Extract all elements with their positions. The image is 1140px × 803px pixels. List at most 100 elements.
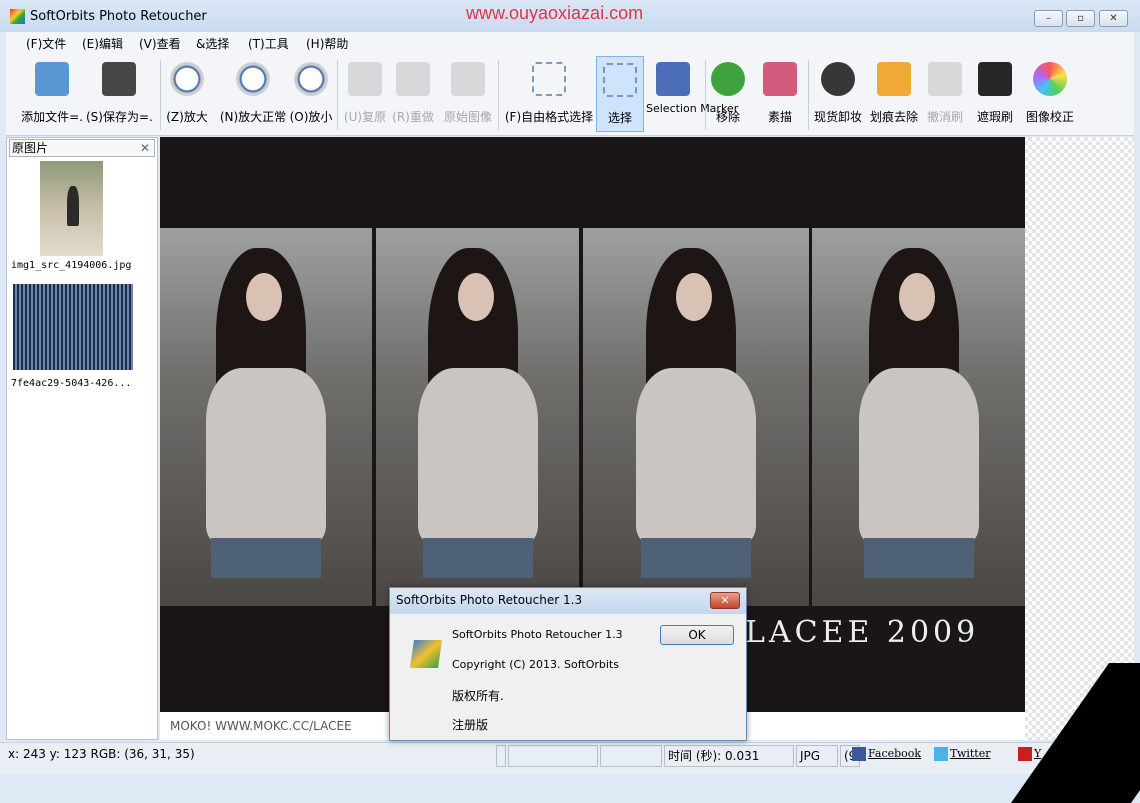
toolbar-button-undo[interactable]: (U)复原: [342, 56, 388, 132]
thumbnail-1[interactable]: [40, 161, 103, 256]
photo-panel: [376, 228, 579, 606]
twitter-link[interactable]: Twitter: [934, 747, 991, 761]
face: [246, 273, 282, 321]
dialog-rights: 版权所有.: [452, 689, 504, 703]
toolbar-button-redo[interactable]: (R)重做: [390, 56, 436, 132]
dropper-icon: [821, 62, 855, 96]
toolbar-label: (U)复原: [343, 110, 387, 124]
toolbar-separator: [498, 60, 499, 130]
toolbar-label: 选择: [607, 111, 632, 125]
shorts: [211, 538, 321, 578]
photo-panel: [583, 228, 809, 606]
remove-icon: [711, 62, 745, 96]
toolbar-button-add-file[interactable]: 添加文件=.: [20, 56, 84, 132]
facebook-link[interactable]: Facebook: [852, 747, 921, 761]
photo-panel: [812, 228, 1025, 606]
face: [898, 273, 935, 321]
close-button[interactable]: ✕: [1099, 10, 1128, 27]
twitter-icon: [934, 747, 948, 761]
toolbar-label: 遮瑕刷: [976, 110, 1013, 124]
toolbar-separator: [808, 60, 809, 130]
toolbar-label: 素描: [767, 110, 792, 124]
close-icon[interactable]: ✕: [140, 140, 150, 156]
menu-select[interactable]: &选择: [196, 35, 229, 52]
toolbar-label: (F)自由格式选择: [504, 110, 594, 124]
dialog-license: 注册版: [452, 718, 489, 732]
save-icon: [102, 62, 136, 96]
thumbnail-figure: [67, 186, 79, 226]
shirt: [417, 368, 538, 543]
overlay-text: LACEE 2009: [745, 615, 980, 650]
status-bar: x: 243 y: 123 RGB: (36, 31, 35) 时间 (秒): …: [0, 663, 1140, 803]
roller-icon: [877, 62, 911, 96]
toolbar-button-original-image[interactable]: 原始图像: [440, 56, 496, 132]
dialog-product: SoftOrbits Photo Retoucher 1.3: [452, 628, 623, 641]
maximize-button[interactable]: ▫: [1066, 10, 1095, 27]
status-time: 时间 (秒): 0.031: [664, 745, 794, 767]
window-title: SoftOrbits Photo Retoucher: [30, 9, 207, 24]
dialog-close-button[interactable]: ✕: [710, 592, 740, 609]
menu-file[interactable]: (F)文件: [26, 35, 66, 52]
face: [457, 273, 494, 321]
color-wheel-icon: [1033, 62, 1067, 96]
shorts: [641, 538, 751, 578]
toolbar-label: 图像校正: [1025, 110, 1074, 124]
thumbnail-1-name: img1_src_4194006.jpg: [11, 260, 132, 271]
toolbar-label: 添加文件=.: [21, 110, 83, 124]
toolbar-label: 移除: [715, 110, 740, 124]
youtube-link[interactable]: Y: [1018, 747, 1041, 761]
toolbar-button-color-wheel[interactable]: 图像校正: [1020, 56, 1080, 132]
app-icon: [10, 9, 25, 24]
toolbar-button-dropper[interactable]: 现货卸妆: [810, 56, 866, 132]
menu-tools[interactable]: (T)工具: [248, 35, 289, 52]
toolbar-label: 现货卸妆: [813, 110, 862, 124]
face: [676, 273, 712, 321]
facebook-label: Facebook: [868, 747, 922, 760]
menu-edit[interactable]: (E)编辑: [82, 35, 123, 52]
shorts: [863, 538, 974, 578]
shirt: [858, 368, 979, 543]
status-format: JPG: [796, 745, 838, 767]
thumbnail-2[interactable]: [13, 284, 133, 370]
toolbar-button-save[interactable]: (S)保存为=.: [86, 56, 153, 132]
minimize-button[interactable]: –: [1034, 10, 1063, 27]
toolbar-button-sketch[interactable]: 素描: [756, 56, 804, 132]
zoom-in-icon: [170, 62, 204, 96]
toolbar-button-roller[interactable]: 划痕去除: [866, 56, 922, 132]
status-cell: [600, 745, 662, 767]
toolbar-button-brush[interactable]: 遮瑕刷: [970, 56, 1020, 132]
shirt: [206, 368, 326, 543]
dialog-copyright: Copyright (C) 2013. SoftOrbits: [452, 658, 619, 671]
sketch-icon: [763, 62, 797, 96]
zoom-out-icon: [294, 62, 328, 96]
dialog-title: SoftOrbits Photo Retoucher 1.3 ✕: [390, 588, 746, 614]
toolbar-button-zoom-out[interactable]: (O)放小: [286, 56, 336, 132]
undo-brush-icon: [928, 62, 962, 96]
toolbar-button-remove[interactable]: 移除: [706, 56, 750, 132]
status-cell: [496, 745, 506, 767]
photo-panel: [160, 228, 372, 606]
zoom-normal-icon: [236, 62, 270, 96]
toolbar-label: 撤消刷: [926, 110, 963, 124]
freeform-select-icon: [532, 62, 566, 96]
toolbar-button-marker[interactable]: Selection Marker: [646, 56, 738, 132]
facebook-icon: [852, 747, 866, 761]
toolbar-button-rect-select[interactable]: 选择: [596, 56, 644, 132]
cursor-info: x: 243 y: 123 RGB: (36, 31, 35): [8, 747, 195, 761]
panel-header: 原图片 ✕: [9, 139, 155, 157]
original-image-icon: [451, 62, 485, 96]
menu-view[interactable]: (V)查看: [139, 35, 181, 52]
toolbar-label: (S)保存为=.: [86, 110, 153, 124]
menu-help[interactable]: (H)帮助: [306, 35, 348, 52]
toolbar-button-undo-brush[interactable]: 撤消刷: [920, 56, 970, 132]
toolbar-button-zoom-in[interactable]: (Z)放大: [162, 56, 212, 132]
twitter-label: Twitter: [950, 747, 991, 760]
toolbar-button-freeform-select[interactable]: (F)自由格式选择: [500, 56, 598, 132]
marker-icon: [656, 62, 690, 96]
toolbar-label: 原始图像: [443, 110, 492, 124]
shirt: [636, 368, 756, 543]
toolbar-button-zoom-normal[interactable]: (N)放大正常: [216, 56, 290, 132]
about-dialog: SoftOrbits Photo Retoucher 1.3 ✕ SoftOrb…: [389, 587, 747, 741]
ok-button[interactable]: OK: [660, 625, 734, 645]
watermark: www.ouyaoxiazai.com: [466, 3, 644, 23]
